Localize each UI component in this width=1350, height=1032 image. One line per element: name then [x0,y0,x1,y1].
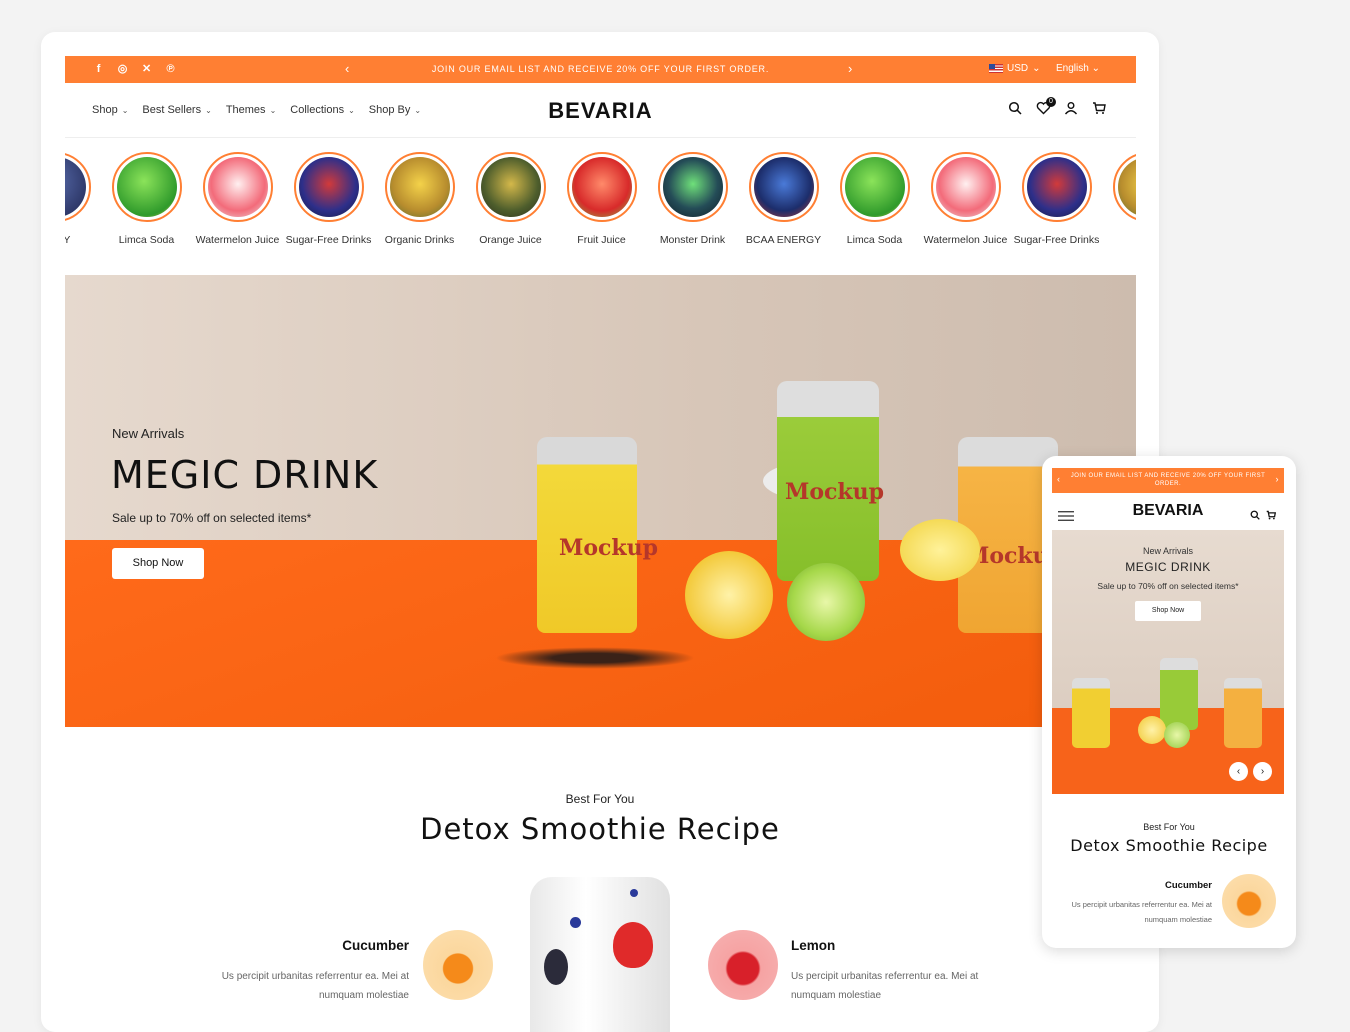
category-thumbnail [839,152,910,222]
category-item[interactable]: Limca Soda [101,152,192,248]
mobile-preview: ‹ JOIN OUR EMAIL LIST AND RECEIVE 20% OF… [1042,456,1296,948]
category-label: Watermelon Juice [195,234,280,246]
wishlist-count: 0 [1046,97,1056,107]
mobile-recipe-section: Best For You Detox Smoothie Recipe [1042,822,1296,855]
category-thumbnail [384,152,455,222]
category-label: Sugar-Free Drinks [1013,234,1100,246]
search-icon[interactable] [1008,101,1024,117]
category-carousel: ERGY Limca Soda Watermelon Juice Sugar-F… [65,146,1136,266]
site-logo[interactable]: BEVARIA [65,98,1136,124]
category-item[interactable]: Watermelon Juice [192,152,283,248]
ingredient-description: Us percipit urbanitas referrentur ea. Me… [791,971,979,1001]
mobile-ingredient-cucumber: Cucumber Us percipit urbanitas referrent… [1060,880,1212,927]
category-thumbnail [657,152,728,222]
chevron-down-icon: ⌄ [1032,63,1041,74]
currency-label: USD [1007,63,1029,74]
ingredient-name: Cucumber [342,938,409,953]
category-thumbnail [293,152,364,222]
announcement-prev-icon[interactable]: ‹ [1057,475,1061,484]
announcement-bar: f ◎ ✕ ℗ ‹ JOIN OUR EMAIL LIST AND RECEIV… [65,56,1136,83]
ingredient-description: Us percipit urbanitas referrentur ea. Me… [221,971,409,1001]
category-item[interactable]: ERGY [65,152,101,248]
category-label: Monster Drink [659,234,726,246]
mobile-hero-next-icon[interactable]: › [1253,762,1272,781]
mobile-section-title: Detox Smoothie Recipe [1070,836,1268,855]
category-item[interactable]: Orange Juice [465,152,556,248]
category-item[interactable]: Fruit Juice [556,152,647,248]
category-item[interactable]: BCAA ENERGY [738,152,829,248]
hero-banner: Mockup Mockup Mocku New Arrivals MEGIC D… [65,275,1136,727]
currency-selector[interactable]: USD ⌄ [989,63,1041,74]
ingredient-lemon: Lemon Us percipit urbanitas referrentur … [791,938,1011,1005]
desktop-preview: f ◎ ✕ ℗ ‹ JOIN OUR EMAIL LIST AND RECEIV… [41,32,1159,1032]
category-thumbnail [111,152,182,222]
mobile-hero-title: MEGIC DRINK [1125,560,1211,574]
announcement-next-icon[interactable]: › [848,61,853,76]
category-label: Limca Soda [846,234,903,246]
us-flag-icon [989,64,1003,73]
mobile-hero-prev-icon[interactable]: ‹ [1229,762,1248,781]
category-label: Fruit Juice [577,234,626,246]
category-item[interactable]: Limca Soda [829,152,920,248]
main-header: Shop ⌄ Best Sellers ⌄ Themes ⌄ Collections ⌄… [65,83,1136,138]
hero-subtitle: Sale up to 70% off on selected items* [112,511,312,525]
category-label: ERGY [65,234,71,246]
hero-title: MEGIC DRINK [111,453,379,497]
cart-icon[interactable] [1092,101,1108,117]
announcement-next-icon[interactable]: › [1276,475,1280,484]
category-item[interactable]: Monster Drink [647,152,738,248]
search-icon[interactable] [1250,507,1260,525]
mobile-hero-subtitle: Sale up to 70% off on selected items* [1097,581,1239,591]
mobile-announcement-text: JOIN OUR EMAIL LIST AND RECEIVE 20% OFF … [1070,473,1266,487]
strawberry-image [708,930,778,1000]
language-label: English [1056,63,1089,74]
category-thumbnail [1021,152,1092,222]
mobile-section-eyebrow: Best For You [1143,822,1195,832]
ingredient-name: Lemon [791,938,836,953]
category-thumbnail [748,152,819,222]
category-item[interactable]: Organic Drinks [374,152,465,248]
category-label: Orga [1102,232,1137,248]
ingredient-cucumber: Cucumber Us percipit urbanitas referrent… [191,938,409,1005]
mobile-announcement-bar: ‹ JOIN OUR EMAIL LIST AND RECEIVE 20% OF… [1052,468,1284,493]
mobile-header: BEVARIA [1052,496,1284,529]
category-label: Watermelon Juice [923,234,1008,246]
product-can-image [530,877,670,1032]
category-thumbnail [202,152,273,222]
mobile-hero-banner: New Arrivals MEGIC DRINK Sale up to 70% … [1052,530,1284,794]
category-thumbnail [65,152,91,222]
mobile-hero-eyebrow: New Arrivals [1142,546,1193,556]
shop-now-button[interactable]: Shop Now [112,548,204,579]
recipe-section: Best For You Detox Smoothie Recipe [41,792,1159,846]
category-thumbnail [930,152,1001,222]
cart-icon[interactable] [1266,507,1277,525]
category-label: BCAA ENERGY [745,234,822,246]
orange-image [1222,874,1276,928]
category-thumbnail [475,152,546,222]
category-item[interactable]: Watermelon Juice [920,152,1011,248]
category-thumbnail [1112,152,1136,222]
section-eyebrow: Best For You [565,792,635,806]
category-label: Organic Drinks [384,234,455,246]
section-title: Detox Smoothie Recipe [420,812,780,846]
category-label: Orange Juice [479,234,542,246]
category-label: Sugar-Free Drinks [285,234,372,246]
category-item[interactable]: Sugar-Free Drinks [283,152,374,248]
chevron-down-icon: ⌄ [1091,63,1100,74]
mobile-shop-now-button[interactable]: Shop Now [1135,601,1201,621]
category-item[interactable]: Sugar-Free Drinks [1011,152,1102,248]
language-selector[interactable]: English ⌄ [1056,63,1100,74]
account-icon[interactable] [1064,101,1080,117]
wishlist-icon[interactable]: 0 [1036,97,1056,117]
category-thumbnail [566,152,637,222]
ingredient-name: Cucumber [1165,880,1212,891]
header-icons: 0 [1008,97,1108,117]
category-label: Limca Soda [118,234,175,246]
orange-image [423,930,493,1000]
hero-eyebrow: New Arrivals [112,426,185,441]
category-item[interactable]: Orga [1102,152,1136,248]
announcement-text: JOIN OUR EMAIL LIST AND RECEIVE 20% OFF … [431,64,770,74]
ingredient-description: Us percipit urbanitas referrentur ea. Me… [1071,900,1212,924]
